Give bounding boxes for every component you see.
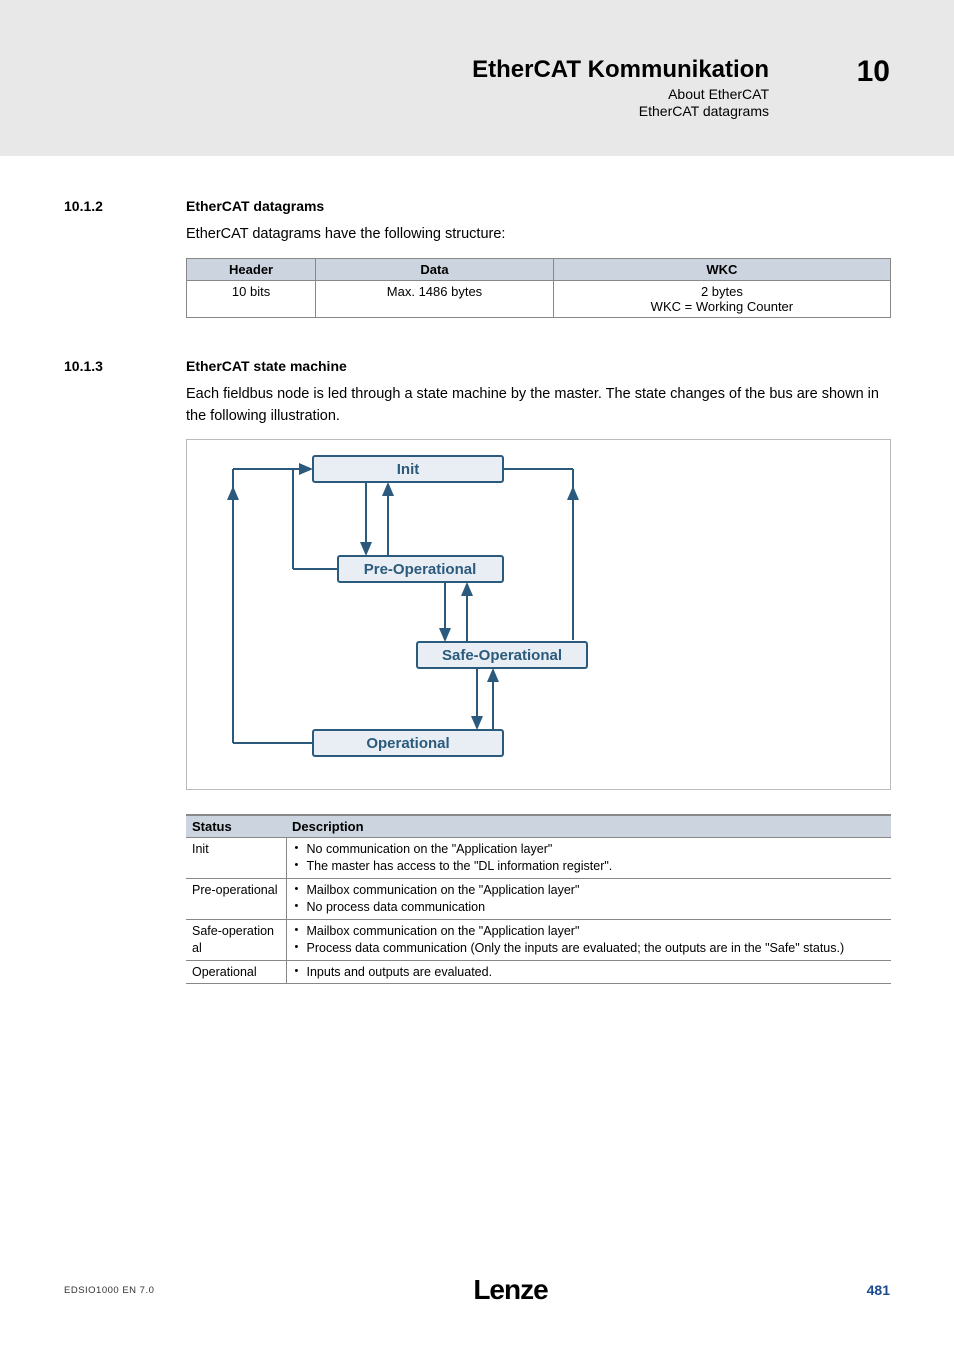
doc-subsubtitle: EtherCAT datagrams xyxy=(472,103,769,119)
section-number: 10.1.3 xyxy=(64,358,186,374)
list-item: No communication on the "Application lay… xyxy=(293,841,886,858)
section-number: 10.1.2 xyxy=(64,198,186,214)
page-footer: EDSIO1000 EN 7.0 Lenze 481 xyxy=(0,1274,954,1306)
description-cell: Inputs and outputs are evaluated. xyxy=(286,960,891,984)
doc-subtitle: About EtherCAT xyxy=(472,86,769,102)
table-row: Operational Inputs and outputs are evalu… xyxy=(186,960,891,984)
table-row: Safe-operational Mailbox communication o… xyxy=(186,919,891,960)
state-safe-op: Safe-Operational xyxy=(442,647,562,664)
section-intro-text: EtherCAT datagrams have the following st… xyxy=(186,224,890,246)
state-machine-diagram: Init Pre-Operational Safe-Operational Op… xyxy=(186,439,891,790)
status-cell: Pre-operational xyxy=(186,879,286,920)
table-header: Data xyxy=(316,258,554,280)
section-intro-text: Each fieldbus node is led through a stat… xyxy=(186,384,890,428)
state-machine-svg: Init Pre-Operational Safe-Operational Op… xyxy=(193,452,633,772)
table-header-description: Description xyxy=(286,815,891,838)
list-item: Mailbox communication on the "Applicatio… xyxy=(293,882,886,899)
section-heading-10-1-2: 10.1.2 EtherCAT datagrams xyxy=(64,198,890,214)
page-header-band: EtherCAT Kommunikation About EtherCAT Et… xyxy=(0,0,954,156)
status-table: Status Description Init No communication… xyxy=(186,814,891,984)
description-cell: No communication on the "Application lay… xyxy=(286,838,891,879)
table-header-status: Status xyxy=(186,815,286,838)
list-item: Process data communication (Only the inp… xyxy=(293,940,886,957)
chapter-number: 10 xyxy=(857,55,890,89)
datagram-table: Header Data WKC 10 bits Max. 1486 bytes … xyxy=(186,258,891,318)
section-heading-10-1-3: 10.1.3 EtherCAT state machine xyxy=(64,358,890,374)
state-init: Init xyxy=(397,461,420,478)
description-cell: Mailbox communication on the "Applicatio… xyxy=(286,879,891,920)
list-item: Mailbox communication on the "Applicatio… xyxy=(293,923,886,940)
list-item: The master has access to the "DL informa… xyxy=(293,858,886,875)
state-operational: Operational xyxy=(366,735,449,752)
table-row: Init No communication on the "Applicatio… xyxy=(186,838,891,879)
list-item: No process data communication xyxy=(293,899,886,916)
section-title: EtherCAT state machine xyxy=(186,358,347,374)
list-item: Inputs and outputs are evaluated. xyxy=(293,964,886,981)
state-pre-op: Pre-Operational xyxy=(364,561,477,578)
status-cell: Init xyxy=(186,838,286,879)
lenze-logo: Lenze xyxy=(473,1274,547,1306)
table-row: Pre-operational Mailbox communication on… xyxy=(186,879,891,920)
table-cell: 2 bytes WKC = Working Counter xyxy=(553,280,890,317)
page-number: 481 xyxy=(867,1282,890,1298)
doc-title: EtherCAT Kommunikation xyxy=(472,56,769,84)
table-cell: 10 bits xyxy=(187,280,316,317)
table-header: WKC xyxy=(553,258,890,280)
section-title: EtherCAT datagrams xyxy=(186,198,324,214)
footer-doc-id: EDSIO1000 EN 7.0 xyxy=(64,1285,154,1296)
description-cell: Mailbox communication on the "Applicatio… xyxy=(286,919,891,960)
table-cell: Max. 1486 bytes xyxy=(316,280,554,317)
status-cell: Safe-operational xyxy=(186,919,286,960)
status-cell: Operational xyxy=(186,960,286,984)
table-header: Header xyxy=(187,258,316,280)
